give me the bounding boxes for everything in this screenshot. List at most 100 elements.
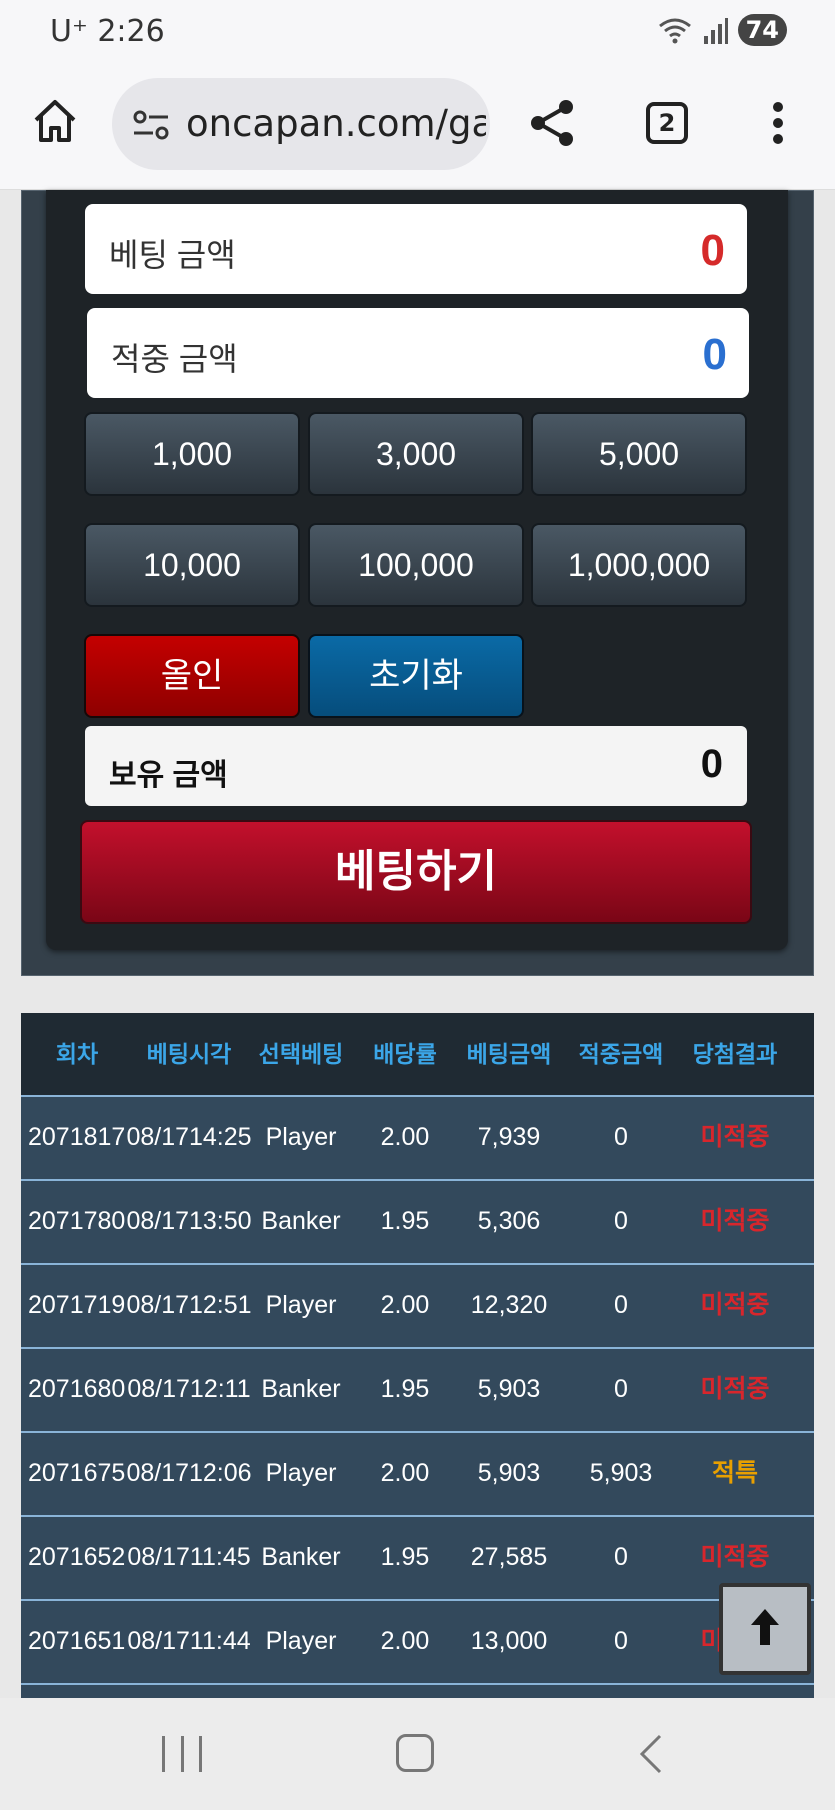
column-header: 적중금액 bbox=[578, 1041, 664, 1067]
round-cell: 2071651 bbox=[28, 1627, 126, 1656]
bet-amount-label: 베팅 금액 bbox=[109, 237, 236, 273]
chip-1000000-button[interactable]: 1,000,000 bbox=[531, 523, 747, 607]
home-nav-icon[interactable] bbox=[396, 1734, 434, 1772]
pick-cell: Banker bbox=[261, 1543, 341, 1572]
bet-history-table: 회차 베팅시각 선택베팅 배당률 베팅금액 적중금액 당첨결과 2071817 0… bbox=[21, 1013, 814, 1698]
chip-1000-button[interactable]: 1,000 bbox=[84, 412, 300, 496]
table-row: 2071675 08/17 12:06 Player 2.00 5,903 5,903 적특 bbox=[21, 1431, 814, 1515]
bet-amount-value: 0 bbox=[700, 226, 725, 275]
pick-cell: Player bbox=[265, 1291, 337, 1320]
status-time: U⁺ 2:26 bbox=[50, 14, 165, 49]
time-cell: 08/17 12:11 bbox=[127, 1349, 250, 1431]
time-cell: 08/17 14:25 bbox=[126, 1097, 251, 1179]
bet-date: 08/17 bbox=[127, 1375, 190, 1404]
bet-date: 08/17 bbox=[127, 1627, 190, 1656]
payout-cell bbox=[565, 1685, 677, 1698]
tab-switcher-button[interactable]: 2 bbox=[646, 102, 688, 144]
bet-date: 08/17 bbox=[126, 1459, 189, 1488]
bet-time: 14:25 bbox=[189, 1123, 252, 1152]
odds-cell: 1.95 bbox=[380, 1207, 430, 1236]
round-cell: 2071680 bbox=[28, 1375, 126, 1404]
chip-5000-button[interactable]: 5,000 bbox=[531, 412, 747, 496]
stake-cell: 27,585 bbox=[470, 1543, 548, 1572]
win-amount-label: 적중 금액 bbox=[111, 341, 238, 377]
odds-cell: 1.95 bbox=[380, 1543, 430, 1572]
arrow-up-icon bbox=[751, 1609, 779, 1645]
payout-cell: 0 bbox=[614, 1291, 628, 1320]
recent-apps-icon[interactable] bbox=[162, 1736, 202, 1772]
odds-cell: 1.95 bbox=[380, 1375, 430, 1404]
bet-time: 12:11 bbox=[189, 1375, 251, 1404]
round-cell: 2071817 bbox=[28, 1123, 126, 1152]
stake-cell: 5,903 bbox=[477, 1375, 541, 1404]
bet-amount-display: 베팅 금액 0 bbox=[85, 204, 747, 294]
chip-3000-button[interactable]: 3,000 bbox=[308, 412, 524, 496]
result-cell: 적특 bbox=[711, 1459, 758, 1488]
chip-100000-button[interactable]: 100,000 bbox=[308, 523, 524, 607]
round-cell: 2071652 bbox=[28, 1543, 126, 1572]
balance-display: 보유 금액 0 bbox=[85, 726, 747, 806]
pick-cell: Banker bbox=[261, 1375, 341, 1404]
place-bet-button[interactable]: 베팅하기 bbox=[80, 820, 752, 924]
payout-cell: 5,903 bbox=[589, 1459, 653, 1488]
payout-cell: 0 bbox=[614, 1207, 628, 1236]
result-cell: 미적중 bbox=[700, 1207, 770, 1236]
bet-date: 08/17 bbox=[126, 1291, 189, 1320]
column-header: 회차 bbox=[55, 1041, 99, 1067]
column-header: 선택베팅 bbox=[258, 1041, 344, 1067]
table-row: 2071680 08/17 12:11 Banker 1.95 5,903 0 미적중 bbox=[21, 1347, 814, 1431]
column-header: 당첨결과 bbox=[692, 1041, 778, 1067]
bet-date: 08/17 bbox=[126, 1123, 189, 1152]
payout-cell: 0 bbox=[614, 1123, 628, 1152]
bet-date: 08/17 bbox=[127, 1543, 190, 1572]
result-cell: 미적중 bbox=[700, 1123, 770, 1152]
site-settings-icon[interactable] bbox=[132, 108, 170, 142]
odds-cell: 2.00 bbox=[380, 1291, 430, 1320]
bet-time: 12:51 bbox=[189, 1291, 252, 1320]
table-row: 2071719 08/17 12:51 Player 2.00 12,320 0 미적중 bbox=[21, 1263, 814, 1347]
table-row: 207165108/1711:44Player2.0013,0000미적중 bbox=[21, 1599, 814, 1683]
bet-time: 11:45 bbox=[189, 1543, 251, 1572]
address-bar[interactable]: oncapan.com/gar bbox=[112, 78, 490, 170]
status-bar: U⁺ 2:26 74 bbox=[0, 0, 835, 66]
column-header: 베팅금액 bbox=[466, 1041, 552, 1067]
reset-button[interactable]: 초기화 bbox=[308, 634, 524, 718]
odds-cell: 2.00 bbox=[380, 1627, 430, 1656]
win-amount-value: 0 bbox=[702, 330, 727, 379]
more-menu-icon[interactable] bbox=[770, 102, 786, 146]
browser-toolbar: oncapan.com/gar 2 bbox=[0, 66, 835, 190]
result-cell: 미적중 bbox=[700, 1375, 770, 1404]
result-cell bbox=[677, 1685, 793, 1698]
chip-10000-button[interactable]: 10,000 bbox=[84, 523, 300, 607]
bet-time: 11:44 bbox=[189, 1627, 251, 1656]
pick-cell: Banker bbox=[261, 1207, 341, 1236]
back-icon[interactable] bbox=[638, 1734, 664, 1774]
round-cell: 2071719 bbox=[28, 1291, 126, 1320]
share-icon[interactable] bbox=[528, 98, 576, 148]
payout-cell: 0 bbox=[614, 1375, 628, 1404]
odds-cell: 2.00 bbox=[380, 1459, 430, 1488]
pick-cell: Player bbox=[265, 1627, 337, 1656]
table-body: 2071817 08/17 14:25 Player 2.00 7,939 0 미적중 2071… bbox=[21, 1095, 814, 1698]
bet-time: 12:06 bbox=[189, 1459, 252, 1488]
payout-cell: 0 bbox=[614, 1627, 628, 1656]
bet-time: 13:50 bbox=[189, 1207, 252, 1236]
win-amount-display: 적중 금액 0 bbox=[87, 308, 749, 398]
url-text[interactable]: oncapan.com/gar bbox=[186, 102, 486, 145]
time-cell: 08/17 13:50 bbox=[126, 1181, 251, 1263]
time-cell: 08/17 12:51 bbox=[126, 1265, 251, 1347]
odds-cell: 2.00 bbox=[380, 1123, 430, 1152]
column-header: 배당률 bbox=[373, 1041, 437, 1067]
column-header: 베팅시각 bbox=[146, 1041, 232, 1067]
table-row: 2071817 08/17 14:25 Player 2.00 7,939 0 미적중 bbox=[21, 1095, 814, 1179]
scroll-to-top-button[interactable] bbox=[719, 1583, 811, 1675]
home-icon[interactable] bbox=[30, 96, 80, 146]
time-cell: 08/17 11:44 bbox=[127, 1601, 250, 1683]
balance-label: 보유 금액 bbox=[109, 759, 228, 792]
result-cell: 미적중 bbox=[700, 1291, 770, 1320]
time-cell: 08/17 11:45 bbox=[127, 1517, 250, 1599]
round-cell bbox=[21, 1685, 133, 1698]
bet-date: 08/17 bbox=[126, 1207, 189, 1236]
all-in-button[interactable]: 올인 bbox=[84, 634, 300, 718]
status-icons: 74 bbox=[658, 14, 787, 46]
